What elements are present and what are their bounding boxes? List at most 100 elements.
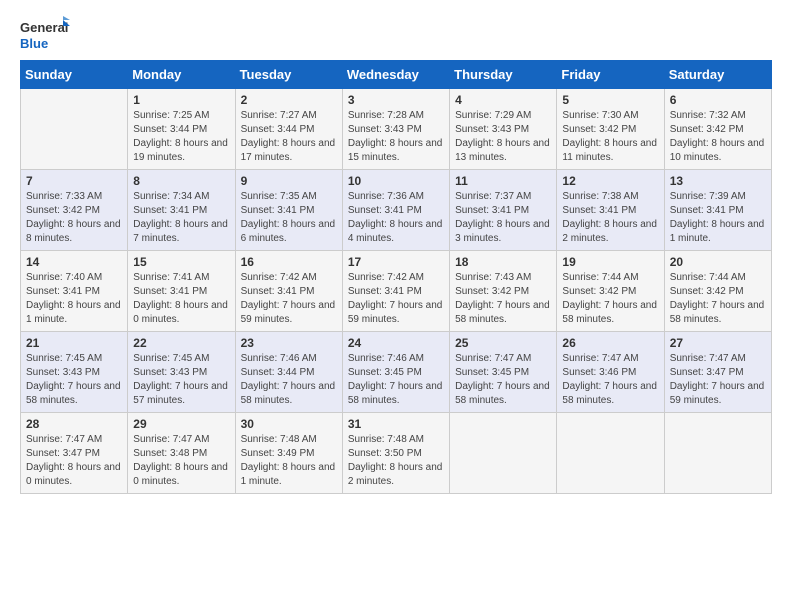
day-number: 13 <box>670 174 766 188</box>
logo: General Blue <box>20 16 70 52</box>
day-number: 4 <box>455 93 551 107</box>
cell-sun-info: Sunrise: 7:33 AMSunset: 3:42 PMDaylight:… <box>26 190 122 246</box>
day-number: 25 <box>455 336 551 350</box>
calendar-cell: 17Sunrise: 7:42 AMSunset: 3:41 PMDayligh… <box>342 251 449 332</box>
header-friday: Friday <box>557 61 664 89</box>
cell-sun-info: Sunrise: 7:46 AMSunset: 3:45 PMDaylight:… <box>348 352 444 408</box>
week-row-1: 1 Sunrise: 7:25 AMSunset: 3:44 PMDaylight… <box>21 89 772 170</box>
day-number: 22 <box>133 336 229 350</box>
svg-text:Blue: Blue <box>20 36 48 51</box>
day-number: 11 <box>455 174 551 188</box>
logo-svg: General Blue <box>20 16 70 52</box>
cell-sun-info: Sunrise: 7:40 AMSunset: 3:41 PMDaylight:… <box>26 271 122 327</box>
page-header: General Blue <box>20 16 772 52</box>
cell-sun-info: Sunrise: 7:47 AMSunset: 3:47 PMDaylight:… <box>670 352 766 408</box>
header-saturday: Saturday <box>664 61 771 89</box>
calendar-cell: 25 Sunrise: 7:47 AMSunset: 3:45 PMDayligh… <box>450 332 557 413</box>
cell-sun-info: Sunrise: 7:42 AMSunset: 3:41 PMDaylight:… <box>241 271 337 327</box>
day-number: 26 <box>562 336 658 350</box>
cell-sun-info: Sunrise: 7:47 AMSunset: 3:45 PMDaylight:… <box>455 352 551 408</box>
calendar-cell: 6 Sunrise: 7:32 AMSunset: 3:42 PMDaylight… <box>664 89 771 170</box>
cell-sun-info: Sunrise: 7:46 AMSunset: 3:44 PMDaylight:… <box>241 352 337 408</box>
cell-sun-info: Sunrise: 7:32 AMSunset: 3:42 PMDaylight:… <box>670 109 766 165</box>
cell-sun-info: Sunrise: 7:34 AMSunset: 3:41 PMDaylight:… <box>133 190 229 246</box>
calendar-cell: 22 Sunrise: 7:45 AMSunset: 3:43 PMDayligh… <box>128 332 235 413</box>
cell-sun-info: Sunrise: 7:41 AMSunset: 3:41 PMDaylight:… <box>133 271 229 327</box>
calendar-cell: 15 Sunrise: 7:41 AMSunset: 3:41 PMDayligh… <box>128 251 235 332</box>
cell-sun-info: Sunrise: 7:44 AMSunset: 3:42 PMDaylight:… <box>670 271 766 327</box>
day-number: 21 <box>26 336 122 350</box>
header-wednesday: Wednesday <box>342 61 449 89</box>
calendar-cell: 19Sunrise: 7:44 AMSunset: 3:42 PMDayligh… <box>557 251 664 332</box>
cell-sun-info: Sunrise: 7:37 AMSunset: 3:41 PMDaylight:… <box>455 190 551 246</box>
header-tuesday: Tuesday <box>235 61 342 89</box>
cell-sun-info: Sunrise: 7:29 AMSunset: 3:43 PMDaylight:… <box>455 109 551 165</box>
day-number: 19 <box>562 255 658 269</box>
day-number: 1 <box>133 93 229 107</box>
calendar-cell: 10 Sunrise: 7:36 AMSunset: 3:41 PMDayligh… <box>342 170 449 251</box>
calendar-cell: 7Sunrise: 7:33 AMSunset: 3:42 PMDaylight… <box>21 170 128 251</box>
cell-sun-info: Sunrise: 7:47 AMSunset: 3:46 PMDaylight:… <box>562 352 658 408</box>
calendar-cell: 14Sunrise: 7:40 AMSunset: 3:41 PMDayligh… <box>21 251 128 332</box>
day-number: 29 <box>133 417 229 431</box>
calendar-header-row: SundayMondayTuesdayWednesdayThursdayFrid… <box>21 61 772 89</box>
calendar-cell: 8Sunrise: 7:34 AMSunset: 3:41 PMDaylight… <box>128 170 235 251</box>
calendar-cell: 5 Sunrise: 7:30 AMSunset: 3:42 PMDaylight… <box>557 89 664 170</box>
calendar-cell <box>21 89 128 170</box>
cell-sun-info: Sunrise: 7:25 AMSunset: 3:44 PMDaylight:… <box>133 109 229 165</box>
calendar-cell: 16 Sunrise: 7:42 AMSunset: 3:41 PMDayligh… <box>235 251 342 332</box>
day-number: 3 <box>348 93 444 107</box>
cell-sun-info: Sunrise: 7:28 AMSunset: 3:43 PMDaylight:… <box>348 109 444 165</box>
day-number: 20 <box>670 255 766 269</box>
header-thursday: Thursday <box>450 61 557 89</box>
cell-sun-info: Sunrise: 7:47 AMSunset: 3:47 PMDaylight:… <box>26 433 122 489</box>
calendar-cell: 3 Sunrise: 7:28 AMSunset: 3:43 PMDaylight… <box>342 89 449 170</box>
cell-sun-info: Sunrise: 7:45 AMSunset: 3:43 PMDaylight:… <box>26 352 122 408</box>
cell-sun-info: Sunrise: 7:27 AMSunset: 3:44 PMDaylight:… <box>241 109 337 165</box>
cell-sun-info: Sunrise: 7:43 AMSunset: 3:42 PMDaylight:… <box>455 271 551 327</box>
cell-sun-info: Sunrise: 7:30 AMSunset: 3:42 PMDaylight:… <box>562 109 658 165</box>
cell-sun-info: Sunrise: 7:42 AMSunset: 3:41 PMDaylight:… <box>348 271 444 327</box>
day-number: 12 <box>562 174 658 188</box>
cell-sun-info: Sunrise: 7:48 AMSunset: 3:49 PMDaylight:… <box>241 433 337 489</box>
cell-sun-info: Sunrise: 7:47 AMSunset: 3:48 PMDaylight:… <box>133 433 229 489</box>
calendar-cell <box>664 413 771 494</box>
calendar-cell: 31 Sunrise: 7:48 AMSunset: 3:50 PMDayligh… <box>342 413 449 494</box>
day-number: 30 <box>241 417 337 431</box>
day-number: 28 <box>26 417 122 431</box>
cell-sun-info: Sunrise: 7:38 AMSunset: 3:41 PMDaylight:… <box>562 190 658 246</box>
calendar-cell: 26 Sunrise: 7:47 AMSunset: 3:46 PMDayligh… <box>557 332 664 413</box>
cell-sun-info: Sunrise: 7:45 AMSunset: 3:43 PMDaylight:… <box>133 352 229 408</box>
cell-sun-info: Sunrise: 7:48 AMSunset: 3:50 PMDaylight:… <box>348 433 444 489</box>
calendar-cell <box>557 413 664 494</box>
calendar-cell: 24 Sunrise: 7:46 AMSunset: 3:45 PMDayligh… <box>342 332 449 413</box>
day-number: 31 <box>348 417 444 431</box>
day-number: 27 <box>670 336 766 350</box>
header-sunday: Sunday <box>21 61 128 89</box>
calendar-cell: 28 Sunrise: 7:47 AMSunset: 3:47 PMDayligh… <box>21 413 128 494</box>
day-number: 5 <box>562 93 658 107</box>
day-number: 9 <box>241 174 337 188</box>
day-number: 15 <box>133 255 229 269</box>
calendar-cell: 1 Sunrise: 7:25 AMSunset: 3:44 PMDaylight… <box>128 89 235 170</box>
week-row-3: 14Sunrise: 7:40 AMSunset: 3:41 PMDayligh… <box>21 251 772 332</box>
calendar-cell: 27 Sunrise: 7:47 AMSunset: 3:47 PMDayligh… <box>664 332 771 413</box>
day-number: 10 <box>348 174 444 188</box>
cell-sun-info: Sunrise: 7:35 AMSunset: 3:41 PMDaylight:… <box>241 190 337 246</box>
calendar-cell: 30 Sunrise: 7:48 AMSunset: 3:49 PMDayligh… <box>235 413 342 494</box>
day-number: 24 <box>348 336 444 350</box>
calendar-cell: 2Sunrise: 7:27 AMSunset: 3:44 PMDaylight… <box>235 89 342 170</box>
day-number: 6 <box>670 93 766 107</box>
calendar-cell: 29 Sunrise: 7:47 AMSunset: 3:48 PMDayligh… <box>128 413 235 494</box>
day-number: 23 <box>241 336 337 350</box>
week-row-4: 21 Sunrise: 7:45 AMSunset: 3:43 PMDayligh… <box>21 332 772 413</box>
svg-text:General: General <box>20 20 68 35</box>
week-row-2: 7Sunrise: 7:33 AMSunset: 3:42 PMDaylight… <box>21 170 772 251</box>
cell-sun-info: Sunrise: 7:36 AMSunset: 3:41 PMDaylight:… <box>348 190 444 246</box>
calendar-cell: 21 Sunrise: 7:45 AMSunset: 3:43 PMDayligh… <box>21 332 128 413</box>
header-monday: Monday <box>128 61 235 89</box>
calendar-cell: 12 Sunrise: 7:38 AMSunset: 3:41 PMDayligh… <box>557 170 664 251</box>
day-number: 16 <box>241 255 337 269</box>
cell-sun-info: Sunrise: 7:39 AMSunset: 3:41 PMDaylight:… <box>670 190 766 246</box>
day-number: 18 <box>455 255 551 269</box>
